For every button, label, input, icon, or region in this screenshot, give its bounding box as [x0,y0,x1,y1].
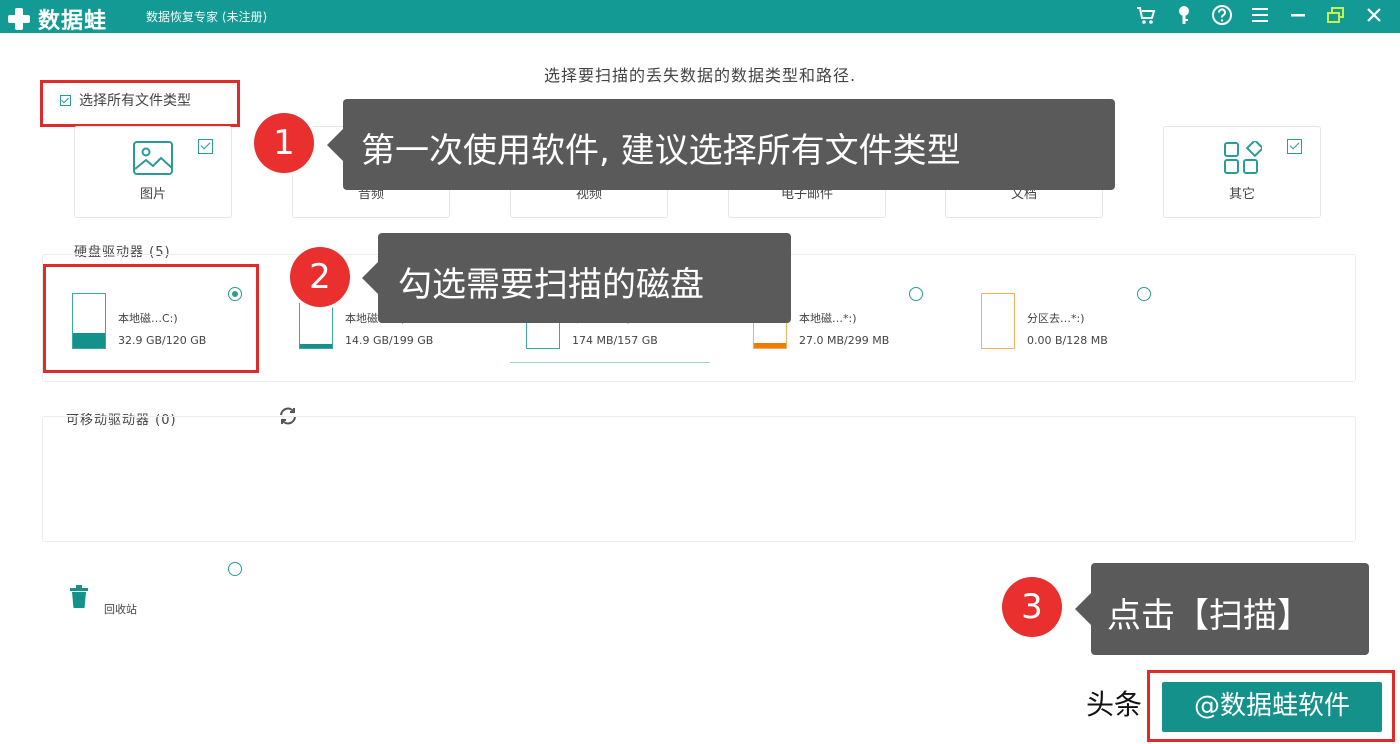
step-badge: 1 [254,113,314,173]
trash-icon [70,585,88,608]
drive-icon [981,293,1015,349]
drive-usage-bar [754,343,786,348]
step-tip: 点击【扫描】 [1075,563,1369,655]
watermark: 头条 [1086,688,1143,721]
drive-hover-underline [510,362,710,363]
highlight-select-all [40,80,240,127]
app-logo: 数据蛙 [6,3,107,35]
drive-size: 14.9 GB/199 GB [345,334,434,347]
drive-name: 分区去…*:) [1027,312,1085,325]
filetype-checkbox[interactable] [1287,139,1302,154]
filetype-card-image[interactable]: 图片 [74,126,232,218]
highlight-drive-c [43,264,259,373]
title-bar: 数据蛙 数据恢复专家 (未注册) [0,0,1400,35]
minimize-icon[interactable] [1286,4,1310,28]
image-icon [133,141,173,175]
removable-drives-panel [42,416,1356,542]
restore-icon[interactable] [1324,4,1348,28]
step-tip: 第一次使用软件, 建议选择所有文件类型 [327,99,1115,190]
key-icon[interactable] [1172,4,1196,28]
app-subtitle: 数据恢复专家 (未注册) [146,10,268,24]
step-badge: 2 [290,247,350,307]
highlight-scan-button [1147,670,1395,742]
drive-size: 27.0 MB/299 MB [799,334,890,347]
recycle-bin-radio[interactable] [228,562,242,576]
drive-item[interactable]: 分区去…*:) 0.00 B/128 MB [981,290,1181,360]
titlebar-controls [1134,4,1386,28]
drive-name: 本地磁…*:) [799,312,857,325]
app-name: 数据蛙 [38,9,108,34]
drive-usage-bar [300,343,332,348]
filetype-card-other[interactable]: 其它 [1163,126,1321,218]
cart-icon[interactable] [1134,4,1158,28]
step-tip: 勾选需要扫描的磁盘 [362,233,791,323]
step-tip-text: 第一次使用软件, 建议选择所有文件类型 [361,131,961,171]
filetype-label: 其它 [1228,187,1255,202]
other-icon [1224,141,1262,174]
step-tip-text: 勾选需要扫描的磁盘 [398,265,704,305]
step-tip-text: 点击【扫描】 [1107,596,1311,636]
step-badge: 3 [1002,577,1062,637]
logo-cross-icon [6,6,32,32]
drive-radio[interactable] [1137,287,1151,301]
filetype-checkbox[interactable] [198,139,213,154]
drive-size: 174 MB/157 GB [572,334,658,347]
filetype-label: 图片 [139,187,166,202]
recycle-bin-label: 回收站 [104,603,137,616]
recycle-bin-item[interactable]: 回收站 [66,585,236,625]
help-icon[interactable] [1210,4,1234,28]
drive-radio[interactable] [909,287,923,301]
menu-icon[interactable] [1248,4,1272,28]
close-icon[interactable] [1362,4,1386,28]
drive-size: 0.00 B/128 MB [1027,334,1108,347]
